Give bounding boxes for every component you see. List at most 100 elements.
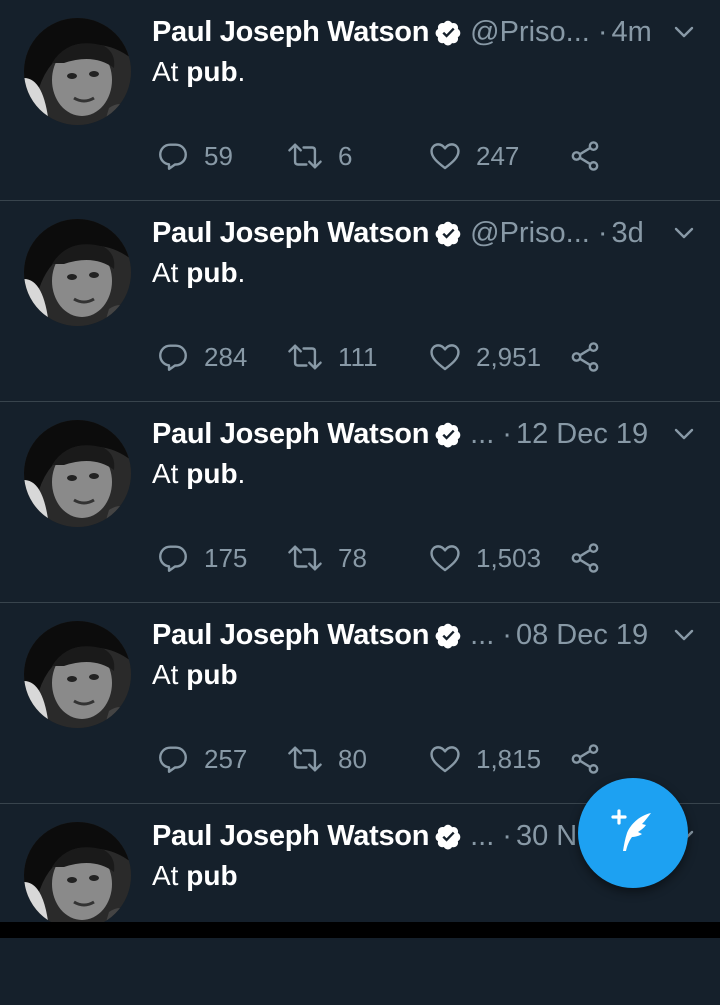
retweet-icon	[286, 541, 324, 575]
verified-badge-icon	[435, 19, 462, 46]
reply-icon	[156, 541, 190, 575]
reply-button[interactable]: 59	[156, 139, 286, 173]
retweet-count: 78	[338, 542, 367, 573]
author-handle[interactable]: @Priso...	[470, 16, 590, 49]
avatar[interactable]	[24, 420, 131, 527]
chevron-down-icon[interactable]	[672, 221, 696, 245]
avatar[interactable]	[24, 822, 131, 929]
heart-icon	[428, 340, 462, 374]
reply-count: 257	[204, 743, 248, 774]
tweet-header: Paul Joseph Watson @Priso... · 3d	[152, 215, 696, 251]
retweet-icon	[286, 340, 324, 374]
reply-count: 284	[204, 341, 248, 372]
tweet-header: Paul Joseph Watson ... · 08 Dec 19	[152, 617, 696, 653]
retweet-count: 111	[338, 341, 378, 372]
tweet-actions: 59 6 247	[156, 138, 602, 174]
tweet-text: At pub	[152, 860, 238, 891]
separator-dot: ·	[502, 618, 512, 651]
compose-tweet-icon	[605, 803, 661, 864]
tweet-text-bold: pub	[186, 56, 238, 87]
timestamp[interactable]: 3d	[611, 217, 643, 250]
tweet-text-bold: pub	[186, 458, 238, 489]
avatar[interactable]	[24, 219, 131, 326]
like-count: 1,815	[476, 743, 542, 774]
share-button[interactable]	[568, 340, 602, 374]
like-button[interactable]: 1,503	[428, 541, 568, 575]
reply-button[interactable]: 284	[156, 340, 286, 374]
retweet-button[interactable]: 78	[286, 541, 428, 575]
chevron-down-icon[interactable]	[672, 422, 696, 446]
tweet-text: At pub	[152, 659, 238, 690]
share-button[interactable]	[568, 541, 602, 575]
tweet[interactable]: Paul Joseph Watson ... · 08 Dec 19 At pu…	[0, 603, 720, 804]
share-button[interactable]	[568, 742, 602, 776]
reply-button[interactable]: 175	[156, 541, 286, 575]
tweet-header: Paul Joseph Watson @Priso... · 4m	[152, 14, 696, 50]
reply-button[interactable]: 257	[156, 742, 286, 776]
tweet-header: Paul Joseph Watson ... · 12 Dec 19	[152, 416, 696, 452]
reply-icon	[156, 340, 190, 374]
verified-badge-icon	[435, 421, 462, 448]
tweet-text-bold: pub	[186, 860, 238, 891]
retweet-count: 80	[338, 743, 367, 774]
chevron-down-icon[interactable]	[672, 623, 696, 647]
author-name[interactable]: Paul Joseph Watson	[152, 217, 429, 250]
author-name[interactable]: Paul Joseph Watson	[152, 619, 429, 652]
separator-dot: ·	[502, 819, 512, 852]
retweet-button[interactable]: 80	[286, 742, 428, 776]
tweet-text: At pub.	[152, 257, 246, 288]
avatar[interactable]	[24, 18, 131, 125]
author-name[interactable]: Paul Joseph Watson	[152, 16, 429, 49]
timestamp[interactable]: 12 Dec 19	[516, 418, 648, 451]
timestamp[interactable]: 30 N	[516, 820, 577, 853]
separator-dot: ·	[597, 216, 608, 249]
retweet-button[interactable]: 6	[286, 139, 428, 173]
author-handle[interactable]: ...	[470, 820, 494, 853]
verified-badge-icon	[435, 823, 462, 850]
like-button[interactable]: 2,951	[428, 340, 568, 374]
timestamp[interactable]: 4m	[611, 16, 651, 49]
tweet-text-bold: pub	[186, 257, 238, 288]
like-button[interactable]: 1,815	[428, 742, 568, 776]
author-handle[interactable]: @Priso...	[470, 217, 590, 250]
retweet-icon	[286, 742, 324, 776]
chevron-down-icon[interactable]	[672, 20, 696, 44]
reply-count: 175	[204, 542, 248, 573]
tweet-text: At pub.	[152, 56, 246, 87]
reply-icon	[156, 742, 190, 776]
verified-badge-icon	[435, 622, 462, 649]
share-icon	[568, 340, 602, 374]
author-handle[interactable]: ...	[470, 418, 494, 451]
tweet-text-bold: pub	[186, 659, 238, 690]
tweet[interactable]: Paul Joseph Watson @Priso... · 4m At pub…	[0, 0, 720, 201]
like-button[interactable]: 247	[428, 139, 568, 173]
tweet-actions: 284 111 2,951	[156, 339, 602, 375]
timestamp[interactable]: 08 Dec 19	[516, 619, 648, 652]
share-icon	[568, 742, 602, 776]
reply-count: 59	[204, 140, 233, 171]
compose-tweet-button[interactable]	[578, 778, 688, 888]
system-nav-bar	[0, 922, 720, 938]
retweet-icon	[286, 139, 324, 173]
tweet[interactable]: Paul Joseph Watson @Priso... · 3d At pub…	[0, 201, 720, 402]
tweet-actions: 175 78 1,503	[156, 540, 602, 576]
separator-dot: ·	[502, 417, 512, 450]
heart-icon	[428, 742, 462, 776]
author-name[interactable]: Paul Joseph Watson	[152, 820, 429, 853]
tweet-actions: 257 80 1,815	[156, 741, 602, 777]
heart-icon	[428, 139, 462, 173]
tweet-text: At pub.	[152, 458, 246, 489]
share-icon	[568, 139, 602, 173]
author-handle[interactable]: ...	[470, 619, 494, 652]
retweet-button[interactable]: 111	[286, 340, 428, 374]
avatar[interactable]	[24, 621, 131, 728]
verified-badge-icon	[435, 220, 462, 247]
like-count: 1,503	[476, 542, 542, 573]
tweet[interactable]: Paul Joseph Watson ... · 12 Dec 19 At pu…	[0, 402, 720, 603]
retweet-count: 6	[338, 140, 353, 171]
share-button[interactable]	[568, 139, 602, 173]
heart-icon	[428, 541, 462, 575]
like-count: 247	[476, 140, 520, 171]
separator-dot: ·	[597, 15, 608, 48]
author-name[interactable]: Paul Joseph Watson	[152, 418, 429, 451]
